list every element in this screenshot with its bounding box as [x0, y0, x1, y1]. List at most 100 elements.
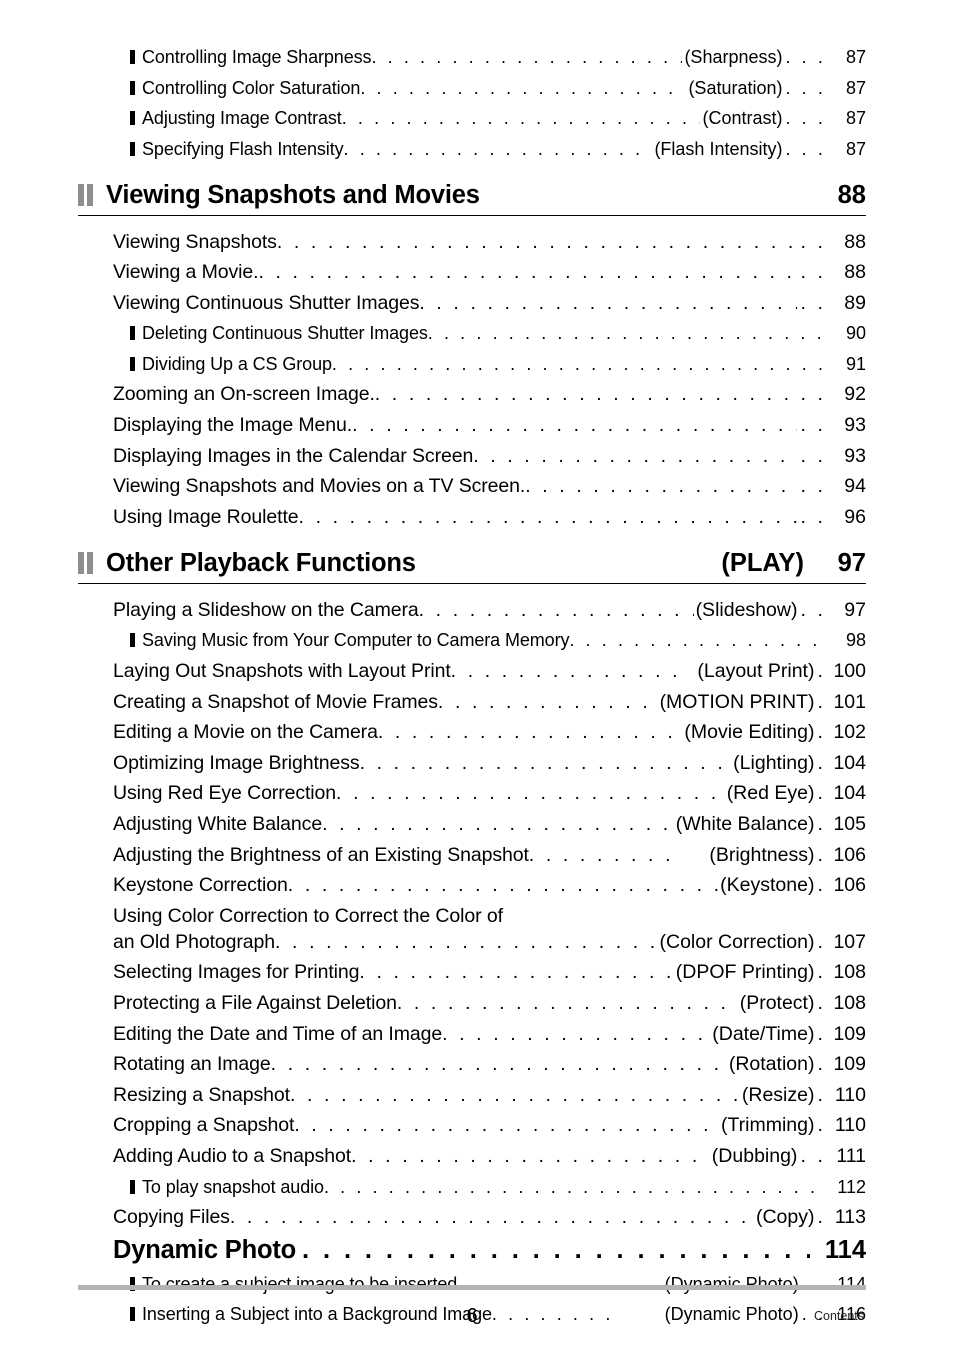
toc-entry-label: Specifying Flash Intensity — [142, 138, 344, 159]
toc-entry[interactable]: Controlling Color Saturation. . . . . . … — [78, 75, 866, 101]
toc-leader-dots: . . . . . . . . . . . . . . . . . . . . … — [396, 991, 738, 1014]
table-of-contents: Controlling Image Sharpness. . . . . . .… — [78, 44, 866, 1332]
toc-entry-reference: (Keystone) — [720, 874, 815, 897]
toc-leader-dots: . . . . . . . . . . . . . . . . . . . . … — [351, 1144, 710, 1167]
toc-entry-line2: an Old Photograph. . . . . . . . . . . .… — [113, 929, 866, 955]
toc-entry-page-number: 113 — [834, 1206, 866, 1229]
toc-leader-dots: . . . . . . . . . . . . . . . . . . . . … — [323, 1176, 826, 1197]
toc-entry[interactable]: Zooming an On-screen Image.. . . . . . .… — [78, 381, 866, 407]
toc-entry[interactable]: Cropping a Snapshot. . . . . . . . . . .… — [78, 1112, 866, 1138]
toc-leader-tail-dots: . — [817, 874, 826, 897]
toc-entry-reference: (White Balance) — [675, 813, 815, 835]
toc-entry-page-number: 88 — [844, 261, 866, 284]
toc-entry-reference: (Movie Editing) — [684, 721, 815, 744]
toc-leader-tail-dots: . — [817, 1114, 826, 1137]
toc-entry[interactable]: Copying Files. . . . . . . . . . . . . .… — [78, 1204, 866, 1230]
toc-entry-page-number: 92 — [844, 383, 866, 406]
toc-entry-label: Controlling Color Saturation — [142, 77, 361, 98]
toc-leader-tail-dots: . . — [800, 291, 826, 314]
toc-leader-tail-dots: . . . — [785, 108, 826, 128]
toc-entry[interactable]: Displaying Images in the Calendar Screen… — [78, 443, 866, 469]
toc-entry[interactable]: Viewing Snapshots and Movies on a TV Scr… — [78, 473, 866, 499]
toc-entry[interactable]: Dividing Up a CS Group. . . . . . . . . … — [78, 351, 866, 377]
toc-entry[interactable]: Viewing a Movie.. . . . . . . . . . . . … — [78, 259, 866, 285]
toc-leader-dots: . . . . . . . . . . . . . . . . . . . . … — [360, 77, 686, 98]
filled-square-bullet-icon — [130, 111, 135, 125]
toc-entry[interactable]: Editing the Date and Time of an Image. .… — [78, 1021, 866, 1047]
toc-entry[interactable]: Viewing Continuous Shutter Images. . . .… — [78, 290, 866, 316]
toc-leader-dots: . . . . . . . . . . . . . . . . . . . . … — [336, 782, 725, 805]
toc-entry[interactable]: Saving Music from Your Computer to Camer… — [78, 627, 866, 653]
toc-entry-page-number: 94 — [844, 475, 866, 498]
toc-entry-page-number: 91 — [845, 353, 866, 374]
toc-entry[interactable]: Playing a Slideshow on the Camera. . . .… — [78, 597, 866, 623]
toc-entry-reference: (MOTION PRINT) — [659, 690, 815, 713]
toc-entry[interactable]: Viewing Snapshots. . . . . . . . . . . .… — [78, 229, 866, 255]
toc-leader-tail-dots: . . — [800, 230, 826, 253]
toc-leader-dots: . . . . . . . . . . . . . . . . . . . . … — [258, 261, 797, 284]
toc-leader-dots: . . . . . . . . . . . . . . . . . . . . … — [287, 874, 718, 897]
toc-subheading-page-number: 114 — [824, 1235, 866, 1264]
page-canvas: Controlling Image Sharpness. . . . . . .… — [0, 0, 954, 1357]
toc-entry-label: Adjusting White Balance — [113, 813, 323, 835]
toc-entry-page-number: 93 — [844, 444, 866, 467]
toc-leader-dots: . . . . . . . . . . . . . . . . . . . . … — [229, 1206, 754, 1229]
toc-entry[interactable]: Rotating an Image. . . . . . . . . . . .… — [78, 1051, 866, 1077]
toc-entry-reference: (Color Correction) — [659, 930, 815, 953]
toc-section-header[interactable]: Viewing Snapshots and Movies 88 — [78, 180, 866, 216]
toc-entry-label: Displaying Images in the Calendar Screen — [113, 444, 474, 467]
toc-entry[interactable]: Using Color Correction to Correct the Co… — [78, 903, 866, 955]
toc-entry-page-number: 107 — [833, 930, 866, 953]
toc-entry-page-number: 109 — [833, 1022, 866, 1045]
filled-square-bullet-icon — [130, 141, 135, 156]
toc-top-group: Controlling Image Sharpness. . . . . . .… — [78, 44, 866, 162]
toc-entry[interactable]: Adjusting the Brightness of an Existing … — [78, 842, 866, 868]
toc-leader-dots: . . . . . . . . . . . . . — [437, 690, 651, 713]
toc-leader-tail-dots: . — [817, 1083, 826, 1106]
toc-entry-reference: (Copy) — [755, 1206, 815, 1229]
toc-entry-label: Adjusting Image Contrast — [142, 108, 342, 128]
toc-entry-label: Dividing Up a CS Group — [142, 353, 332, 374]
toc-leader-tail-dots: . — [817, 660, 826, 683]
toc-entry[interactable]: Deleting Continuous Shutter Images. . . … — [78, 320, 866, 346]
toc-leader-dots: . . . . . . . . . . . . . . . . — [442, 1022, 707, 1045]
toc-entry[interactable]: To play snapshot audio. . . . . . . . . … — [78, 1174, 866, 1200]
toc-entry[interactable]: Keystone Correction. . . . . . . . . . .… — [78, 872, 866, 898]
toc-entry[interactable]: Selecting Images for Printing. . . . . .… — [78, 959, 866, 985]
toc-entry[interactable]: Controlling Image Sharpness. . . . . . .… — [78, 44, 866, 70]
toc-entry[interactable]: Resizing a Snapshot. . . . . . . . . . .… — [78, 1082, 866, 1108]
toc-entry-reference: (Red Eye) — [726, 782, 815, 805]
toc-entry[interactable]: Using Red Eye Correction. . . . . . . . … — [78, 780, 866, 806]
toc-entry-page-number: 108 — [833, 961, 866, 984]
toc-entry-page-number: 111 — [836, 1144, 866, 1167]
toc-entry[interactable]: Optimizing Image Brightness. . . . . . .… — [78, 750, 866, 776]
toc-subheading[interactable]: Dynamic Photo. . . . . . . . . . . . . .… — [78, 1235, 866, 1266]
toc-leader-dots: . . . . . . . . . . . . . . . . . . . . … — [298, 505, 798, 528]
toc-entry-label: Optimizing Image Brightness — [113, 751, 360, 774]
toc-entry-label: Saving Music from Your Computer to Camer… — [142, 630, 570, 651]
toc-leader-dots: . . . . . . . . . . . . . . . . . . . . … — [359, 961, 674, 984]
toc-leader-dots: . . . . . . . . . . . . . . . . . . . — [377, 721, 683, 744]
toc-section-title: Viewing Snapshots and Movies — [106, 180, 480, 209]
toc-section-header[interactable]: Other Playback Functions (PLAY) 97 — [78, 548, 866, 584]
toc-entry-list: Viewing Snapshots. . . . . . . . . . . .… — [78, 229, 866, 530]
toc-leader-dots: . . . . . . . . . . . . . . . . . . . . … — [374, 383, 798, 406]
toc-section-page-number: 88 — [837, 180, 866, 209]
toc-leader-dots: . . . . . . . . . — [528, 843, 674, 866]
toc-entry[interactable]: Protecting a File Against Deletion. . . … — [78, 990, 866, 1016]
toc-leader-tail-dots: . — [817, 721, 826, 744]
toc-leader-tail-dots: . — [817, 751, 826, 774]
toc-entry[interactable]: Adjusting Image Contrast. . . . . . . . … — [78, 105, 866, 131]
toc-entry[interactable]: Editing a Movie on the Camera. . . . . .… — [78, 719, 866, 745]
toc-entry[interactable]: Displaying the Image Menu.. . . . . . . … — [78, 412, 866, 438]
toc-entry[interactable]: Laying Out Snapshots with Layout Print. … — [78, 658, 866, 684]
toc-entry[interactable]: Specifying Flash Intensity. . . . . . . … — [78, 136, 866, 162]
toc-entry-page-number: 110 — [834, 1114, 866, 1137]
toc-entry[interactable]: Using Image Roulette. . . . . . . . . . … — [78, 504, 866, 530]
toc-entry-page-number: 90 — [845, 323, 866, 344]
toc-entry[interactable]: Adding Audio to a Snapshot. . . . . . . … — [78, 1143, 866, 1169]
toc-leader-tail-dots: . . — [800, 505, 826, 528]
double-bar-icon — [78, 551, 95, 574]
toc-entry[interactable]: Adjusting White Balance. . . . . . . . .… — [78, 811, 866, 837]
toc-entry[interactable]: Creating a Snapshot of Movie Frames. . .… — [78, 689, 866, 715]
